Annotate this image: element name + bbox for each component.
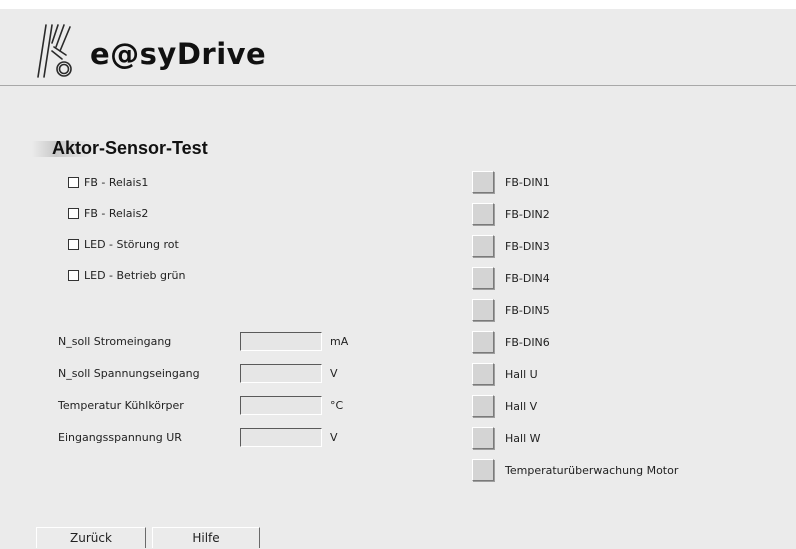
section-heading: Aktor-Sensor-Test [32, 137, 252, 161]
indicator-temperatur-motor: Temperaturüberwachung Motor [472, 459, 792, 481]
fb-relais1-checkbox[interactable] [68, 176, 79, 188]
status-led-icon [472, 331, 494, 353]
field-temperatur-kuehlkoerper: Temperatur Kühlkörper °C [58, 396, 378, 416]
top-strip [0, 0, 796, 9]
indicator-fb-din4: FB-DIN4 [472, 267, 792, 289]
led-stoerung-checkbox[interactable] [68, 238, 79, 250]
indicator-label: Hall W [505, 432, 541, 445]
n-soll-strom-value [240, 332, 322, 351]
checkbox-row-fb-relais1[interactable]: FB - Relais1 [68, 175, 148, 189]
n-soll-spannung-value [240, 364, 322, 383]
page-title: Aktor-Sensor-Test [52, 138, 208, 158]
indicator-fb-din5: FB-DIN5 [472, 299, 792, 321]
indicator-label: FB-DIN6 [505, 336, 550, 349]
field-label: Eingangsspannung UR [58, 431, 182, 444]
led-betrieb-checkbox[interactable] [68, 269, 79, 281]
back-button[interactable]: Zurück [36, 527, 146, 548]
eingangsspannung-value [240, 428, 322, 447]
indicator-label: FB-DIN1 [505, 176, 550, 189]
status-led-icon [472, 299, 494, 321]
field-label: Temperatur Kühlkörper [58, 399, 184, 412]
checkbox-row-fb-relais2[interactable]: FB - Relais2 [68, 206, 148, 220]
status-led-icon [472, 203, 494, 225]
app-title: e@syDrive [90, 37, 267, 71]
field-unit: mA [330, 335, 349, 348]
header-divider [0, 85, 796, 86]
indicator-label: Hall U [505, 368, 538, 381]
indicator-fb-din6: FB-DIN6 [472, 331, 792, 353]
field-unit: V [330, 431, 338, 444]
status-led-icon [472, 235, 494, 257]
field-eingangsspannung: Eingangsspannung UR V [58, 428, 378, 448]
indicator-label: FB-DIN3 [505, 240, 550, 253]
indicator-hall-u: Hall U [472, 363, 792, 385]
field-n-soll-spannung: N_soll Spannungseingang V [58, 364, 378, 384]
indicator-fb-din2: FB-DIN2 [472, 203, 792, 225]
status-led-icon [472, 395, 494, 417]
status-led-icon [472, 427, 494, 449]
status-led-icon [472, 459, 494, 481]
indicator-hall-v: Hall V [472, 395, 792, 417]
checkbox-label: FB - Relais1 [84, 175, 149, 189]
checkbox-label: FB - Relais2 [84, 206, 149, 220]
field-label: N_soll Spannungseingang [58, 367, 200, 380]
help-button[interactable]: Hilfe [152, 527, 260, 548]
indicator-label: FB-DIN4 [505, 272, 550, 285]
status-led-icon [472, 171, 494, 193]
status-led-icon [472, 267, 494, 289]
checkbox-row-led-stoerung[interactable]: LED - Störung rot [68, 237, 179, 251]
indicator-fb-din1: FB-DIN1 [472, 171, 792, 193]
field-label: N_soll Stromeingang [58, 335, 172, 348]
indicator-label: Hall V [505, 400, 538, 413]
checkbox-label: LED - Störung rot [84, 237, 179, 251]
indicator-label: FB-DIN2 [505, 208, 550, 221]
indicator-label: FB-DIN5 [505, 304, 550, 317]
checkbox-row-led-betrieb[interactable]: LED - Betrieb grün [68, 268, 185, 282]
kaco-logo-icon [37, 24, 72, 78]
fb-relais2-checkbox[interactable] [68, 207, 79, 219]
app-header: e@syDrive [0, 9, 796, 85]
indicator-fb-din3: FB-DIN3 [472, 235, 792, 257]
indicator-label: Temperaturüberwachung Motor [505, 464, 679, 477]
checkbox-label: LED - Betrieb grün [84, 268, 186, 282]
field-unit: V [330, 367, 338, 380]
status-led-icon [472, 363, 494, 385]
field-unit: °C [330, 399, 344, 412]
temperatur-kuehlkoerper-value [240, 396, 322, 415]
indicator-hall-w: Hall W [472, 427, 792, 449]
field-n-soll-strom: N_soll Stromeingang mA [58, 332, 378, 352]
